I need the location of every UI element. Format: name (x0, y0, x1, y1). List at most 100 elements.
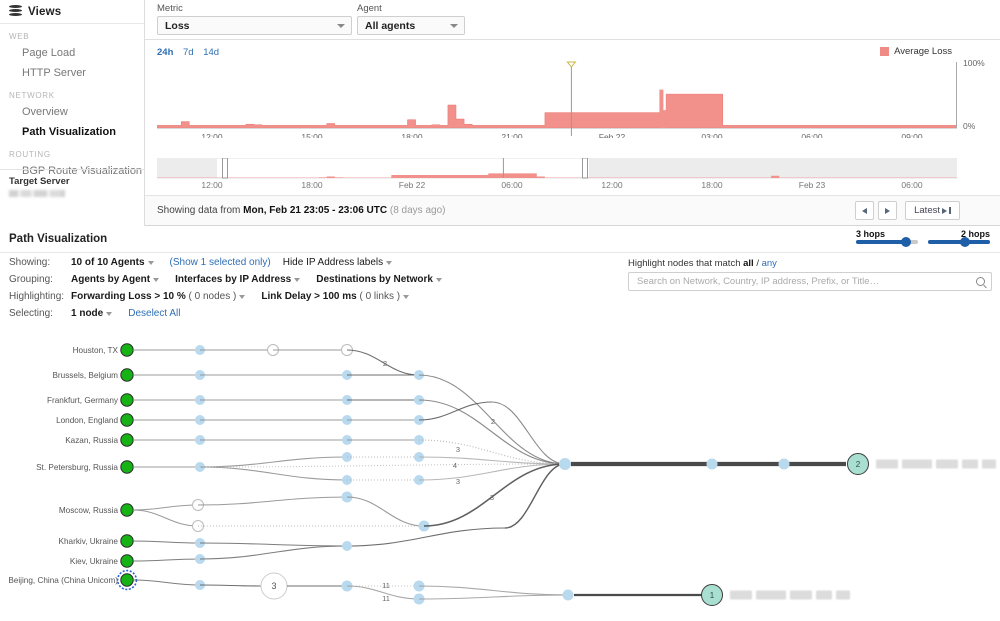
path-edge[interactable] (419, 402, 492, 420)
highlighting-key: Highlighting: (9, 291, 71, 302)
hide-ip-labels-label: Hide IP Address labels (283, 257, 383, 268)
metric-select[interactable]: Loss (157, 16, 352, 35)
views-header: Views (0, 0, 144, 24)
agent-node[interactable] (121, 414, 133, 426)
showing-data-text: Showing data from Mon, Feb 21 23:05 - 23… (157, 205, 445, 216)
target-server-value-redacted (9, 190, 65, 197)
path-edge[interactable] (200, 546, 347, 559)
chevron-down-icon (436, 278, 442, 282)
path-edge[interactable] (505, 464, 565, 528)
highlight-search-area: Highlight nodes that match all / any (628, 258, 992, 291)
agent-node[interactable] (121, 344, 133, 356)
grouping-agents-dropdown[interactable]: Agents by Agent (71, 274, 163, 285)
agent-label: Houston, TX (73, 346, 119, 355)
hops-slider-right-knob[interactable] (960, 237, 970, 247)
path-edge[interactable] (419, 400, 565, 464)
x-tick-label: 21:00 (501, 132, 523, 138)
grouping-interfaces-dropdown[interactable]: Interfaces by IP Address (175, 274, 304, 285)
range-7d[interactable]: 7d (183, 47, 194, 58)
hops-slider-left-track[interactable] (856, 240, 918, 244)
hops-slider-right-track[interactable] (928, 240, 990, 244)
agent-node[interactable] (121, 574, 133, 586)
agent-node[interactable] (121, 434, 133, 446)
highlight-search-box[interactable] (628, 272, 992, 291)
agent-label: Kiev, Ukraine (70, 557, 119, 566)
range-14d[interactable]: 14d (203, 47, 219, 58)
selecting-nodes-label: 1 node (71, 308, 103, 319)
highlight-match-all[interactable]: all (743, 258, 754, 269)
agent-select[interactable]: All agents (357, 16, 465, 35)
selecting-row: Selecting: 1 node Deselect All (9, 306, 620, 321)
sidebar-item-page-load[interactable]: Page Load (0, 43, 144, 63)
link-delay-count: ( 0 links ) (359, 291, 400, 302)
sidebar-item-path-visualization[interactable]: Path Visualization (0, 122, 144, 142)
show-selected-only-link[interactable]: (Show 1 selected only) (170, 257, 271, 268)
grouping-destinations-label: Destinations by Network (316, 274, 433, 285)
chart-navigator[interactable]: 12:0018:00Feb 2206:0012:0018:00Feb 2306:… (157, 158, 957, 190)
destination-node-count: 1 (710, 591, 715, 600)
hop-node[interactable] (342, 541, 352, 551)
path-graph[interactable]: Houston, TXBrussels, BelgiumFrankfurt, G… (0, 330, 1000, 621)
latest-button[interactable]: Latest (905, 201, 960, 220)
navigator-tick-label: 18:00 (701, 180, 723, 190)
loss-area-chart[interactable]: 12:0015:0018:0021:00Feb 2203:0006:0009:0… (157, 60, 957, 138)
nav-group-web-label: WEB (0, 24, 144, 43)
path-edge[interactable] (200, 457, 347, 467)
navigator-handle-right (583, 158, 588, 178)
path-edge[interactable] (133, 559, 200, 561)
chevron-down-icon (106, 312, 112, 316)
sidebar-item-overview[interactable]: Overview (0, 102, 144, 122)
hop-node[interactable] (707, 459, 718, 470)
metric-agent-controls: Metric Loss Agent All agents (145, 0, 1000, 40)
agents-count-dropdown[interactable]: 10 of 10 Agents (71, 257, 158, 268)
path-graph-svg: Houston, TXBrussels, BelgiumFrankfurt, G… (0, 330, 1000, 621)
selecting-nodes-dropdown[interactable]: 1 node (71, 308, 116, 319)
hub-node[interactable] (559, 458, 571, 470)
agent-label: St. Petersburg, Russia (36, 463, 118, 472)
path-visualization-app: Views WEB Page Load HTTP Server NETWORK … (0, 0, 1000, 621)
metric-control: Metric Loss (157, 3, 352, 35)
aggregate-node-count: 3 (271, 581, 276, 591)
search-input[interactable] (635, 273, 965, 290)
hops-slider-left[interactable]: 3 hops (856, 229, 918, 244)
sidebar-item-http-server[interactable]: HTTP Server (0, 63, 144, 83)
agent-node[interactable] (121, 461, 133, 473)
destination-label-redacted (730, 591, 850, 600)
path-edge[interactable] (419, 586, 568, 595)
path-edge[interactable] (200, 543, 347, 546)
path-edge[interactable] (200, 467, 347, 480)
path-edge[interactable] (133, 580, 200, 585)
link-delay-dropdown[interactable]: Link Delay > 100 ms ( 0 links ) (261, 291, 413, 302)
hide-ip-labels-dropdown[interactable]: Hide IP Address labels (283, 257, 396, 268)
next-period-button[interactable] (878, 201, 897, 220)
range-24h[interactable]: 24h (157, 47, 173, 58)
path-edge[interactable] (419, 595, 568, 599)
path-edge[interactable] (198, 497, 347, 505)
path-edge[interactable] (133, 541, 200, 543)
edge-hop-count-label: 11 (382, 581, 390, 590)
deselect-all-link[interactable]: Deselect All (128, 308, 180, 319)
hop-node[interactable] (563, 590, 574, 601)
hop-node[interactable] (779, 459, 790, 470)
agent-node[interactable] (121, 555, 133, 567)
grouping-interfaces-label: Interfaces by IP Address (175, 274, 291, 285)
path-edge[interactable] (492, 402, 565, 464)
prev-period-button[interactable] (855, 201, 874, 220)
target-server-label: Target Server (9, 176, 144, 187)
path-edge[interactable] (347, 497, 424, 526)
hops-slider-right[interactable]: 2 hops (928, 229, 990, 244)
path-edge[interactable] (200, 585, 261, 586)
grouping-destinations-dropdown[interactable]: Destinations by Network (316, 274, 446, 285)
agent-node[interactable] (121, 394, 133, 406)
grouping-row: Grouping: Agents by Agent Interfaces by … (9, 272, 620, 287)
path-edge[interactable] (133, 510, 198, 526)
page-title: Path Visualization (9, 233, 107, 245)
agent-node[interactable] (121, 504, 133, 516)
path-edge[interactable] (133, 505, 198, 510)
agent-node[interactable] (121, 369, 133, 381)
highlight-match-any[interactable]: any (762, 258, 777, 269)
path-edge[interactable] (424, 464, 565, 526)
forwarding-loss-dropdown[interactable]: Forwarding Loss > 10 % ( 0 nodes ) (71, 291, 249, 302)
hops-slider-left-knob[interactable] (901, 237, 911, 247)
agent-node[interactable] (121, 535, 133, 547)
